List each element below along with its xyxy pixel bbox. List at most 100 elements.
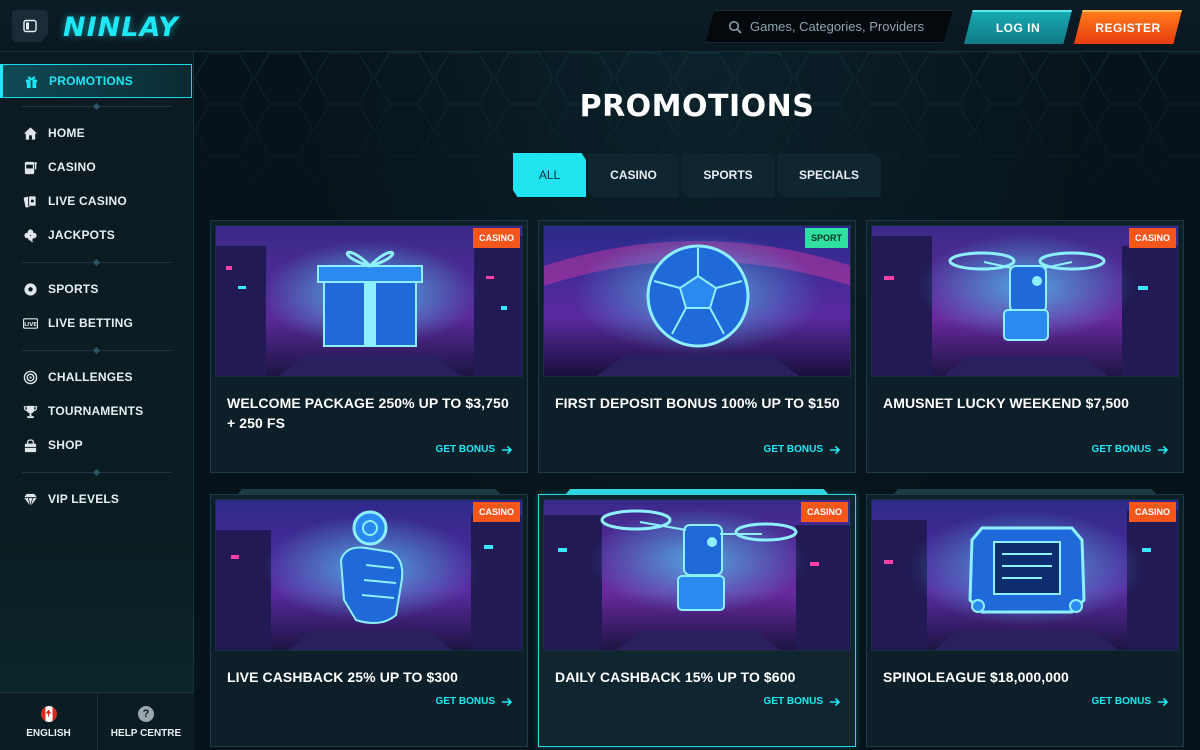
tab-casino[interactable]: CASINO	[588, 153, 679, 197]
sidebar-item-promotions[interactable]: PROMOTIONS	[0, 64, 192, 98]
top-header: NINLAY LOG IN REGISTER	[0, 0, 1200, 52]
sidebar-item-label: SPORTS	[48, 282, 99, 296]
sidebar-item-label: LIVE BETTING	[48, 316, 134, 330]
category-badge: CASINO	[800, 502, 848, 522]
canada-flag-icon	[40, 705, 57, 722]
promotion-card[interactable]: SPORT FIRST DEPOSIT BONUS 100% UP TO $15…	[538, 220, 856, 473]
card-top-tab	[893, 489, 1157, 495]
promotion-card[interactable]: CASINO DAILY CASHBACK 15% UP TO $600 GET…	[538, 489, 856, 747]
promotion-image: CASINO	[215, 225, 523, 377]
trophy-icon	[22, 403, 38, 419]
sidebar-item-label: CHALLENGES	[48, 370, 133, 384]
tab-specials[interactable]: SPECIALS	[777, 153, 881, 197]
promotion-image: CASINO	[871, 499, 1179, 651]
promotion-title: SPINOLEAGUE $18,000,000	[883, 669, 1069, 685]
get-bonus-label: GET BONUS	[1091, 444, 1151, 455]
sidebar-item-label: SHOP	[48, 438, 83, 452]
sidebar-item-label: HOME	[48, 126, 85, 140]
sidebar-divider	[22, 350, 172, 351]
category-badge: CASINO	[1128, 502, 1176, 522]
sidebar-item-challenges[interactable]: CHALLENGES	[0, 362, 192, 392]
tab-sports[interactable]: SPORTS	[681, 153, 775, 197]
shop-bag-icon	[22, 437, 38, 453]
sidebar: PROMOTIONS HOME CASINO LIVE CASINO JACKP…	[0, 52, 194, 750]
get-bonus-link[interactable]: GET BONUS	[764, 696, 841, 707]
get-bonus-label: GET BONUS	[435, 696, 495, 707]
get-bonus-label: GET BONUS	[763, 696, 823, 707]
category-badge: CASINO	[472, 228, 520, 248]
sidebar-item-live-betting[interactable]: LIVE LIVE BETTING	[0, 308, 192, 338]
help-icon: ?	[138, 705, 154, 722]
sidebar-item-label: VIP LEVELS	[48, 492, 120, 506]
sidebar-item-vip-levels[interactable]: VIP LEVELS	[0, 484, 192, 514]
gift-icon	[23, 73, 39, 89]
promotion-image: CASINO	[543, 499, 851, 651]
language-selector[interactable]: ENGLISH	[0, 693, 97, 750]
sidebar-panel-icon	[23, 19, 37, 33]
get-bonus-label: GET BONUS	[1091, 696, 1151, 707]
get-bonus-link[interactable]: GET BONUS	[764, 444, 841, 455]
diamond-icon	[22, 491, 38, 507]
promotion-card[interactable]: CASINO LIVE CASHBACK 25% UP TO $300 GET …	[210, 489, 528, 747]
home-icon	[22, 125, 38, 141]
sidebar-toggle-button[interactable]	[12, 10, 48, 42]
arrow-right-icon	[830, 697, 841, 706]
language-label: ENGLISH	[26, 727, 71, 739]
register-button[interactable]: REGISTER	[1074, 10, 1182, 44]
card-top-tab	[565, 489, 829, 495]
promotion-title: LIVE CASHBACK 25% UP TO $300	[227, 669, 459, 685]
sidebar-item-home[interactable]: HOME	[0, 118, 192, 148]
sidebar-item-casino[interactable]: CASINO	[0, 152, 192, 182]
category-badge: CASINO	[472, 502, 520, 522]
promotion-title: DAILY CASHBACK 15% UP TO $600	[555, 669, 796, 685]
sidebar-item-tournaments[interactable]: TOURNAMENTS	[0, 396, 192, 426]
promotion-card[interactable]: CASINO AMUSNET LUCKY WEEKEND $7,500 GET …	[866, 220, 1184, 473]
search-box[interactable]	[705, 10, 953, 43]
main-content: PROMOTIONS ALL CASINO SPORTS SPECIALS CA…	[194, 52, 1200, 750]
promotion-title: FIRST DEPOSIT BONUS 100% UP TO $150	[555, 395, 840, 411]
sidebar-item-jackpots[interactable]: JACKPOTS	[0, 220, 192, 250]
promotion-filter-tabs: ALL CASINO SPORTS SPECIALS	[513, 153, 881, 197]
promotion-image: CASINO	[871, 225, 1179, 377]
search-input[interactable]	[750, 19, 940, 34]
category-badge: SPORT	[804, 228, 848, 248]
sidebar-item-label: PROMOTIONS	[49, 74, 134, 88]
get-bonus-link[interactable]: GET BONUS	[1092, 444, 1169, 455]
sidebar-divider	[22, 106, 172, 107]
slot-machine-icon	[22, 159, 38, 175]
card-top-tab	[237, 489, 501, 495]
sidebar-item-label: JACKPOTS	[48, 228, 115, 242]
promotion-card[interactable]: CASINO WELCOME PACKAGE 250% UP TO $3,750…	[210, 220, 528, 473]
svg-text:LIVE: LIVE	[24, 321, 37, 327]
sidebar-item-sports[interactable]: SPORTS	[0, 274, 192, 304]
sidebar-item-label: LIVE CASINO	[48, 194, 127, 208]
promotion-image: CASINO	[215, 499, 523, 651]
get-bonus-link[interactable]: GET BONUS	[1092, 696, 1169, 707]
search-icon	[728, 20, 742, 34]
get-bonus-link[interactable]: GET BONUS	[436, 444, 513, 455]
sidebar-divider	[22, 472, 172, 473]
clover-icon	[22, 227, 38, 243]
get-bonus-label: GET BONUS	[435, 444, 495, 455]
help-centre-link[interactable]: ? HELP CENTRE	[97, 693, 194, 750]
page-title: PROMOTIONS	[579, 89, 815, 124]
sidebar-item-shop[interactable]: SHOP	[0, 430, 192, 460]
promotion-title: AMUSNET LUCKY WEEKEND $7,500	[883, 395, 1130, 411]
promotion-image: SPORT	[543, 225, 851, 377]
arrow-right-icon	[830, 445, 841, 454]
ninlay-logo[interactable]: NINLAY	[63, 12, 179, 43]
sidebar-item-live-casino[interactable]: LIVE CASINO	[0, 186, 192, 216]
arrow-right-icon	[502, 697, 513, 706]
promotion-card[interactable]: CASINO SPINOLEAGUE $18,000,000 GET BONUS	[866, 489, 1184, 747]
sidebar-divider	[22, 262, 172, 263]
sidebar-item-label: CASINO	[48, 160, 96, 174]
soccer-ball-icon	[22, 281, 38, 297]
target-icon	[22, 369, 38, 385]
tab-all[interactable]: ALL	[513, 153, 586, 197]
arrow-right-icon	[1158, 697, 1169, 706]
login-button[interactable]: LOG IN	[964, 10, 1072, 44]
sidebar-item-label: TOURNAMENTS	[48, 404, 144, 418]
get-bonus-link[interactable]: GET BONUS	[436, 696, 513, 707]
help-label: HELP CENTRE	[110, 727, 182, 739]
arrow-right-icon	[1158, 445, 1169, 454]
